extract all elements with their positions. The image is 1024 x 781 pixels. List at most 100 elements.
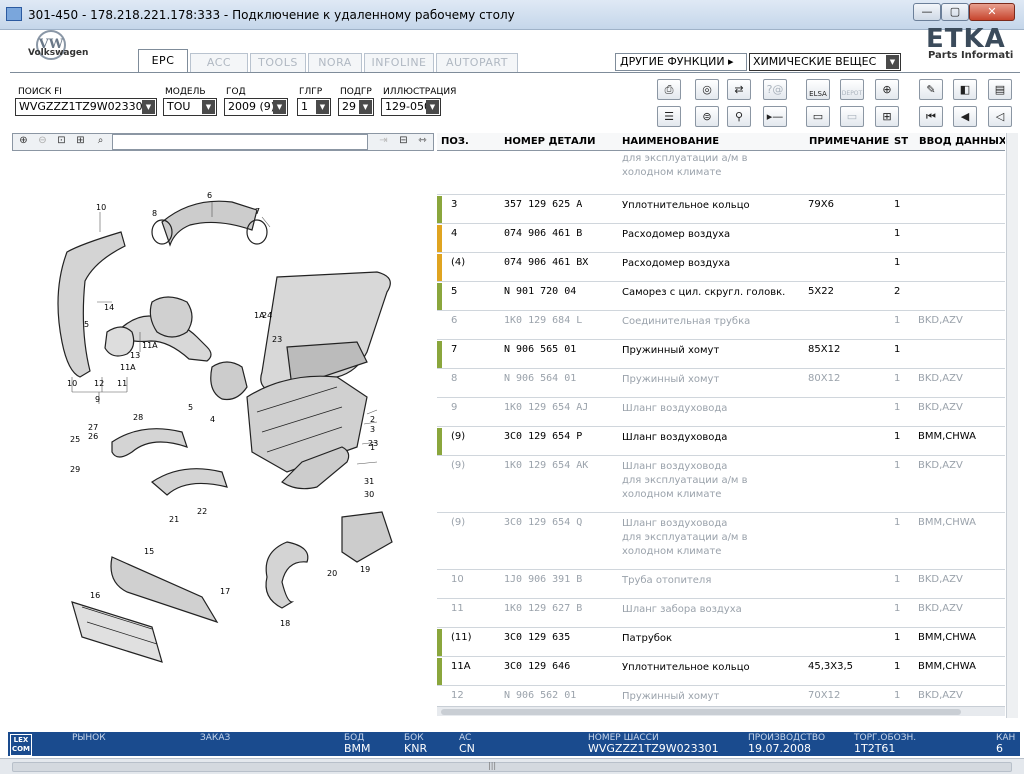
callout-label: 14 — [104, 303, 114, 312]
bike-icon[interactable]: ⚲ — [727, 106, 751, 127]
table-row[interactable]: (9) 1K0 129 654 AK Шланг воздуховода для э… — [437, 456, 1005, 513]
cell-part: 3C0 129 654 P — [504, 431, 583, 442]
zoom-field[interactable] — [112, 134, 368, 150]
table-row[interactable]: 10 1J0 906 391 B Труба отопителя 1 BKD,AZV — [437, 570, 1005, 599]
tab-infoline[interactable]: INFOLINE — [364, 53, 434, 72]
table-row[interactable]: 5 N 901 720 04 Саморез с цил. скругл. голо… — [437, 282, 1005, 311]
tab-epc[interactable]: EPC — [138, 49, 188, 73]
prev-icon[interactable]: ◀ — [953, 106, 977, 127]
table-row[interactable]: (4) 074 906 461 BX Расходомер воздуха 1 — [437, 253, 1005, 282]
col-st-header[interactable]: ST — [894, 136, 908, 147]
zoom-area-icon[interactable]: ⊞ — [72, 133, 89, 150]
col-pos-header[interactable]: ПОЗ. — [441, 136, 469, 147]
transfer-icon[interactable]: ⇄ — [727, 79, 751, 100]
table-row[interactable]: 3 357 129 625 A Уплотнительное кольцо 79X6 1 — [437, 195, 1005, 224]
rdp-scroll-thumb[interactable] — [12, 762, 1012, 772]
cell-name: Шланг воздуховода для эксплуатации а/м в… — [622, 461, 748, 500]
disc-list-icon[interactable]: ⊜ — [695, 106, 719, 127]
chevron-down-icon[interactable]: ▼ — [359, 100, 372, 114]
horizontal-scrollbar[interactable] — [437, 706, 1005, 716]
scroll-thumb[interactable] — [441, 709, 961, 715]
step-icon[interactable]: ▸— — [763, 106, 787, 127]
cell-pos: 12 — [451, 690, 464, 701]
export-icon[interactable]: ⇥ — [375, 133, 392, 150]
table-row[interactable]: (11) 3C0 129 635 Патрубок 1 BMM,CHWA — [437, 628, 1005, 657]
col-input-header[interactable]: ВВОД ДАННЫХ М — [919, 136, 1005, 147]
table-row[interactable]: (9) 3C0 129 654 Q Шланг воздуховода для эк… — [437, 513, 1005, 570]
callout-label: 16 — [90, 591, 100, 600]
table-row[interactable]: 6 1K0 129 684 L Соединительная трубка 1 BKD,… — [437, 311, 1005, 340]
year-select[interactable]: 2009 (9) ▼ — [224, 98, 288, 116]
chevron-down-icon[interactable]: ▼ — [202, 100, 215, 114]
table-row[interactable]: (9) 3C0 129 654 P Шланг воздуховода 1 BMM,CH… — [437, 427, 1005, 456]
elsa-icon[interactable]: ELSA — [806, 79, 830, 100]
print-icon[interactable]: ⎙ — [657, 79, 681, 100]
availability-marker — [437, 225, 442, 252]
resize-icon[interactable]: ⇿ — [414, 133, 431, 150]
first-icon[interactable]: ⏮ — [919, 106, 943, 127]
table-row[interactable]: 9 1K0 129 654 AJ Шланг воздуховода 1 BKD,AZV — [437, 398, 1005, 427]
cell-part: 1J0 906 391 B — [504, 574, 583, 585]
doc-first-icon[interactable]: ◧ — [953, 79, 977, 100]
table-row[interactable]: 4 074 906 461 B Расходомер воздуха 1 — [437, 224, 1005, 253]
zoom-out-icon[interactable]: ⊖ — [34, 133, 51, 150]
other-functions-menu[interactable]: ДРУГИЕ ФУНКЦИИ ▸ — [615, 53, 747, 71]
tab-tools[interactable]: TOOLS — [250, 53, 306, 72]
pin-icon[interactable]: ✎ — [919, 79, 943, 100]
parts-table: для эксплуатации а/м в холодном климате 3… — [437, 152, 1005, 706]
subgroup-select[interactable]: 29 ▼ — [338, 98, 374, 116]
chevron-down-icon[interactable]: ▼ — [316, 100, 329, 114]
list-icon[interactable]: ☰ — [657, 106, 681, 127]
callout-label: 18 — [280, 619, 290, 628]
disc-icon[interactable]: ◎ — [695, 79, 719, 100]
cell-st: 1 — [894, 632, 901, 643]
chevron-down-icon[interactable]: ▼ — [886, 55, 899, 69]
cart-disabled-icon[interactable]: ▭ — [840, 106, 864, 127]
col-name-header[interactable]: НАИМЕНОВАНИЕ — [622, 136, 719, 147]
bod-value: BMM — [344, 742, 371, 755]
tool-icon[interactable]: ▭ — [806, 106, 830, 127]
table-row[interactable]: 12 N 906 562 01 Пружинный хомут 70X12 1 BKD,A… — [437, 686, 1005, 706]
vertical-scrollbar[interactable] — [1006, 133, 1018, 718]
cart-add-icon[interactable]: ⊕ — [875, 79, 899, 100]
chevron-down-icon[interactable]: ▼ — [142, 100, 155, 114]
model-select[interactable]: TOU ▼ — [163, 98, 217, 116]
back-icon[interactable]: ◁ — [988, 106, 1012, 127]
search-icon[interactable]: ⌕ — [92, 133, 109, 150]
main-group-select[interactable]: 1 ▼ — [297, 98, 331, 116]
tab-nora[interactable]: NORA — [308, 53, 362, 72]
doc-icon[interactable]: ▤ — [988, 79, 1012, 100]
order-label: ЗАКАЗ — [200, 733, 231, 743]
availability-marker — [437, 658, 442, 685]
callout-label: 11A — [142, 341, 158, 350]
rdp-horizontal-scrollbar[interactable] — [0, 758, 1024, 774]
col-part-header[interactable]: НОМЕР ДЕТАЛИ — [504, 136, 595, 147]
cart-icon[interactable]: ⊞ — [875, 106, 899, 127]
table-row[interactable]: 8 N 906 564 01 Пружинный хомут 80X12 1 BKD,AZ… — [437, 369, 1005, 398]
search-fi-select[interactable]: WVGZZZ1TZ9W02330 ▼ — [15, 98, 157, 116]
col-note-header[interactable]: ПРИМЕЧАНИЕ — [809, 136, 889, 147]
help-icon[interactable]: ?@ — [763, 79, 787, 100]
illustration-select[interactable]: 129-050 ▼ — [381, 98, 441, 116]
close-button[interactable]: ✕ — [969, 3, 1015, 21]
maximize-button[interactable]: ▢ — [941, 3, 969, 21]
table-row[interactable]: для эксплуатации а/м в холодном климате — [437, 152, 1005, 195]
table-row[interactable]: 11A 3C0 129 646 Уплотнительное кольцо 45,3X… — [437, 657, 1005, 686]
main-group-label: ГЛГР — [299, 87, 323, 97]
scroll-grip[interactable]: ||| — [488, 761, 496, 770]
model-value: TOU — [167, 100, 191, 113]
tab-autopart[interactable]: AUTOPART — [436, 53, 518, 72]
chemicals-select[interactable]: ХИМИЧЕСКИЕ ВЕЩЕС ▼ — [749, 53, 901, 71]
cell-part: 3C0 129 646 — [504, 661, 571, 672]
minimize-button[interactable]: — — [913, 3, 941, 21]
split-view-icon[interactable]: ⊟ — [395, 133, 412, 150]
chevron-down-icon[interactable]: ▼ — [273, 100, 286, 114]
parts-diagram[interactable]: 10 8 6 7 14 5 11A 13 12 11 11A 9 10 1A 2… — [12, 152, 434, 712]
depot-icon[interactable]: DEPOT — [840, 79, 864, 100]
chevron-down-icon[interactable]: ▼ — [426, 100, 439, 114]
table-row[interactable]: 11 1K0 129 627 B Шланг забора воздуха 1 BKD,… — [437, 599, 1005, 628]
tab-acc[interactable]: ACC — [190, 53, 248, 72]
table-row[interactable]: 7 N 906 565 01 Пружинный хомут 85X12 1 — [437, 340, 1005, 369]
zoom-in-icon[interactable]: ⊕ — [15, 133, 32, 150]
zoom-fit-icon[interactable]: ⊡ — [53, 133, 70, 150]
